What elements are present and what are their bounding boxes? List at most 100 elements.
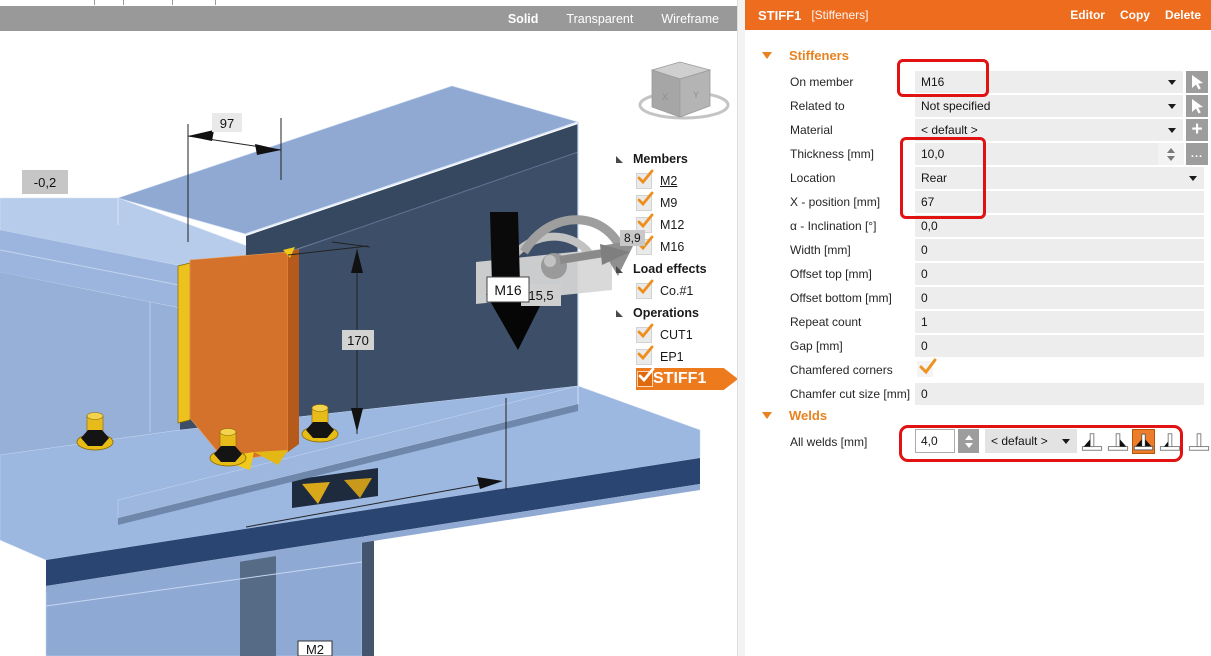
transparent-mode-button[interactable]: Transparent — [566, 12, 633, 26]
row-location: Location Rear — [745, 166, 1211, 190]
row-on-member: On member M16 — [745, 70, 1211, 94]
chevron-down-icon — [1168, 79, 1176, 85]
checkbox[interactable] — [636, 169, 654, 189]
solid-mode-button[interactable]: Solid — [508, 12, 539, 26]
tree-item-m16[interactable]: M16 — [636, 235, 737, 258]
properties-panel: STIFF1 [Stiffeners] Editor Copy Delete S… — [745, 0, 1211, 656]
row-offset-top: Offset top [mm] 0 — [745, 262, 1211, 286]
pick-member-button[interactable] — [1186, 71, 1208, 93]
weld-type-none-button[interactable] — [1187, 429, 1210, 454]
tree-item-stiff1-selected[interactable]: STIFF1 — [636, 368, 737, 390]
gap-input[interactable]: 0 — [915, 335, 1204, 357]
chevron-down-icon — [1168, 103, 1176, 109]
row-width: Width [mm] 0 — [745, 238, 1211, 262]
location-select[interactable]: Rear — [915, 167, 1204, 189]
weld-type-fillet-right-button[interactable] — [1106, 429, 1129, 454]
welds-section-header[interactable]: Welds — [745, 406, 1211, 424]
thickness-more-button[interactable]: ... — [1186, 143, 1208, 165]
tree-group-members[interactable]: Members — [615, 148, 737, 170]
weld-type-fillet-left-button[interactable] — [1080, 429, 1103, 454]
operation-type: [Stiffeners] — [811, 8, 869, 22]
chevron-down-icon — [1062, 438, 1070, 444]
panel-divider[interactable] — [737, 0, 745, 656]
member-tag-m16: M16 — [486, 276, 530, 303]
row-offset-bottom: Offset bottom [mm] 0 — [745, 286, 1211, 310]
tree-group-load-effects[interactable]: Load effects — [615, 258, 737, 280]
inclination-input[interactable]: 0,0 — [915, 215, 1204, 237]
thickness-stepper[interactable] — [1158, 143, 1184, 165]
checkbox[interactable] — [636, 191, 654, 211]
connection-design-app: Solid Transparent Wireframe 97 -0,2 170 … — [0, 0, 1211, 656]
tree-item-m12[interactable]: M12 — [636, 213, 737, 236]
thickness-input[interactable]: 10,0 — [915, 143, 1158, 165]
row-chamfered-corners: Chamfered corners — [745, 358, 1211, 382]
offset-bottom-input[interactable]: 0 — [915, 287, 1204, 309]
checkbox[interactable] — [636, 345, 654, 365]
tree-item-m2[interactable]: M2 — [636, 169, 737, 192]
tree-item-ep1[interactable]: EP1 — [636, 345, 737, 368]
row-related-to: Related to Not specified — [745, 94, 1211, 118]
weld-material-select[interactable]: < default > — [985, 429, 1077, 453]
chevron-down-icon — [1189, 175, 1197, 181]
welds-row: All welds [mm] 4,0 < default > — [745, 428, 1211, 458]
checkbox[interactable] — [636, 323, 654, 343]
add-material-button[interactable]: + — [1186, 119, 1208, 141]
svg-text:M2: M2 — [306, 642, 324, 656]
render-mode-toolbar: Solid Transparent Wireframe — [0, 6, 737, 31]
stiffeners-rows: On member M16 Related to Not specified M… — [745, 70, 1211, 406]
offset-label: -0,2 — [22, 170, 68, 194]
delete-button[interactable]: Delete — [1165, 8, 1201, 22]
svg-text:97: 97 — [220, 116, 234, 131]
chamfered-corners-checkbox[interactable] — [917, 358, 937, 377]
panel-header: STIFF1 [Stiffeners] Editor Copy Delete — [745, 0, 1211, 30]
weld-size-stepper[interactable] — [958, 429, 979, 453]
tree-group-operations[interactable]: Operations — [615, 302, 737, 324]
tree-collapse-icon[interactable] — [615, 309, 633, 318]
row-thickness: Thickness [mm] 10,0 ... — [745, 142, 1211, 166]
chevron-down-icon — [1168, 127, 1176, 133]
offset-top-input[interactable]: 0 — [915, 263, 1204, 285]
svg-text:X: X — [662, 92, 668, 102]
svg-text:M16: M16 — [494, 282, 521, 298]
editor-button[interactable]: Editor — [1070, 8, 1105, 22]
checkbox[interactable] — [637, 368, 655, 387]
related-to-select[interactable]: Not specified — [915, 95, 1183, 117]
model-tree: Members M2 M9 M12 M16 Load effects Co.#1… — [615, 148, 737, 390]
svg-text:-0,2: -0,2 — [34, 175, 56, 190]
tree-item-co1[interactable]: Co.#1 — [636, 279, 737, 302]
gap-dimension-label: 8,9 — [620, 230, 645, 246]
wireframe-mode-button[interactable]: Wireframe — [661, 12, 719, 26]
tree-item-m9[interactable]: M9 — [636, 191, 737, 214]
tree-collapse-icon[interactable] — [615, 155, 633, 164]
x-position-input[interactable]: 67 — [915, 191, 1204, 213]
svg-text:15,5: 15,5 — [528, 288, 553, 303]
row-material: Material < default > + — [745, 118, 1211, 142]
checkbox[interactable] — [636, 279, 654, 299]
row-repeat-count: Repeat count 1 — [745, 310, 1211, 334]
operation-title: STIFF1 — [758, 7, 802, 23]
svg-text:170: 170 — [347, 333, 369, 348]
svg-text:Y: Y — [693, 90, 699, 100]
row-inclination: α - Inclination [°] 0,0 — [745, 214, 1211, 238]
chamfer-cut-size-input[interactable]: 0 — [915, 383, 1204, 405]
row-x-position: X - position [mm] 67 — [745, 190, 1211, 214]
row-chamfer-cut-size: Chamfer cut size [mm] 0 — [745, 382, 1211, 406]
stiffeners-section-header[interactable]: Stiffeners — [745, 46, 1211, 64]
member-tag-m2: M2 — [297, 640, 333, 656]
copy-button[interactable]: Copy — [1120, 8, 1150, 22]
weld-type-bevel-button[interactable] — [1158, 429, 1181, 454]
weld-type-double-fillet-button[interactable] — [1132, 429, 1155, 454]
pick-related-button[interactable] — [1186, 95, 1208, 117]
section-collapse-icon — [762, 51, 772, 59]
on-member-select[interactable]: M16 — [915, 71, 1183, 93]
tree-item-cut1[interactable]: CUT1 — [636, 323, 737, 346]
navigation-cube[interactable]: X Y — [638, 61, 730, 120]
section-collapse-icon — [762, 411, 772, 419]
repeat-count-input[interactable]: 1 — [915, 311, 1204, 333]
width-input[interactable]: 0 — [915, 239, 1204, 261]
row-gap: Gap [mm] 0 — [745, 334, 1211, 358]
weld-size-input[interactable]: 4,0 — [915, 429, 955, 453]
tree-collapse-icon[interactable] — [615, 265, 633, 274]
material-select[interactable]: < default > — [915, 119, 1183, 141]
viewport-3d[interactable]: Solid Transparent Wireframe 97 -0,2 170 … — [0, 0, 737, 656]
